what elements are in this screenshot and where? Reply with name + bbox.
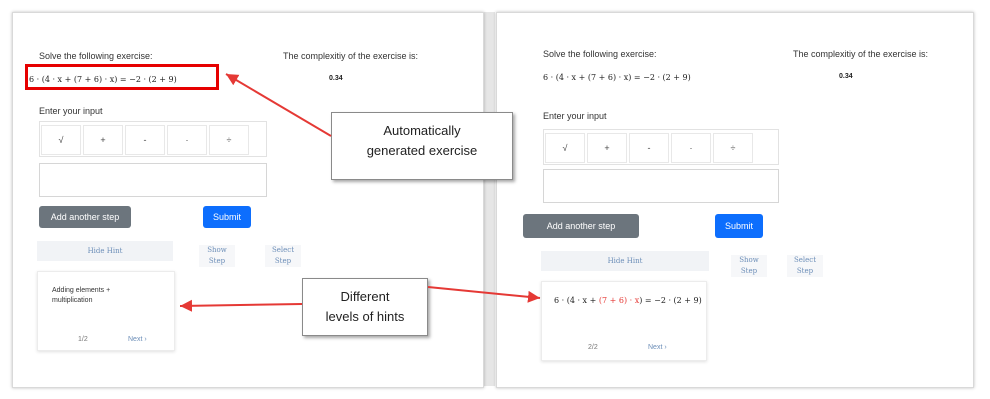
arrow-to-exercise xyxy=(225,73,332,137)
arrow-to-left-hint xyxy=(179,299,303,312)
annotation-arrows xyxy=(179,73,541,312)
arrow-to-right-hint xyxy=(427,286,541,303)
